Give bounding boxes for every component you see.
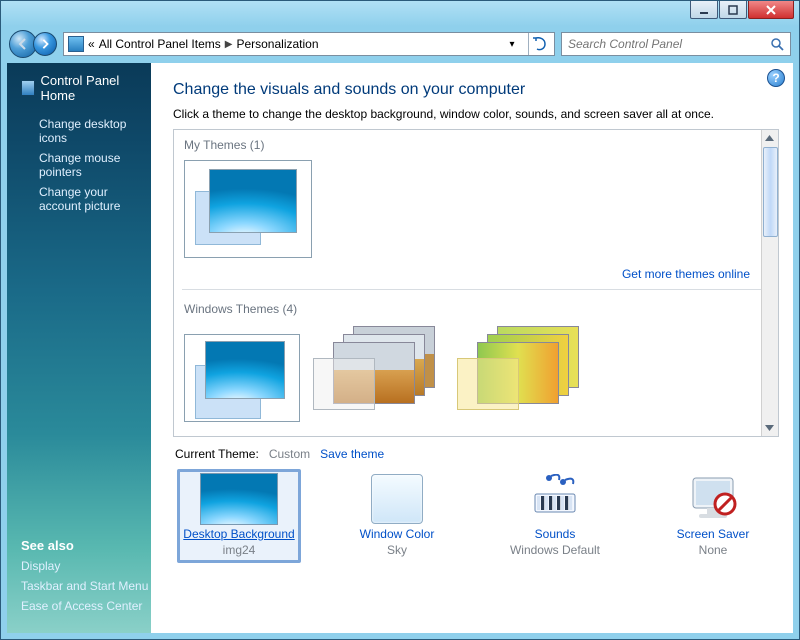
component-sounds[interactable]: Sounds Windows Default	[493, 469, 617, 563]
scroll-down-icon[interactable]	[762, 420, 777, 436]
window-color-icon	[358, 473, 436, 525]
component-window-color[interactable]: Window Color Sky	[335, 469, 459, 563]
component-sounds-value: Windows Default	[510, 543, 600, 557]
address-bar[interactable]: « All Control Panel Items ▶ Personalizat…	[63, 32, 555, 56]
windows-themes-label: Windows Themes (4)	[184, 302, 770, 316]
sounds-icon	[516, 473, 594, 525]
breadcrumb-prefix: «	[88, 37, 95, 51]
close-button[interactable]	[748, 1, 794, 19]
current-theme-label: Current Theme:	[175, 447, 259, 461]
address-dropdown-icon[interactable]: ▾	[504, 39, 520, 50]
current-theme-row: Current Theme: Custom Save theme	[175, 447, 779, 461]
control-panel-home[interactable]: Control Panel Home	[21, 73, 137, 103]
see-also-section: See also Display Taskbar and Start Menu …	[21, 538, 148, 619]
titlebar-controls	[690, 1, 794, 21]
current-theme-value: Custom	[269, 447, 310, 461]
body-area: Control Panel Home Change desktop icons …	[7, 63, 793, 633]
search-icon[interactable]	[770, 37, 784, 51]
get-more-themes-link[interactable]: Get more themes online	[622, 267, 750, 281]
refresh-button[interactable]	[528, 33, 550, 55]
component-saver-value: None	[699, 543, 728, 557]
sidebar-link-desktop-icons[interactable]: Change desktop icons	[39, 117, 137, 145]
page-title: Change the visuals and sounds on your co…	[173, 81, 779, 99]
theme-components-row: Desktop Background img24 Window Color Sk…	[173, 467, 779, 565]
scroll-thumb[interactable]	[763, 147, 778, 237]
theme-characters[interactable]	[451, 324, 587, 422]
nav-row: « All Control Panel Items ▶ Personalizat…	[9, 29, 791, 59]
component-color-value: Sky	[387, 543, 407, 557]
component-color-name: Window Color	[360, 527, 435, 541]
main-content: ? Change the visuals and sounds on your …	[151, 63, 793, 633]
sidebar: Control Panel Home Change desktop icons …	[7, 63, 151, 633]
desktop-background-thumb-icon	[200, 473, 278, 525]
window-frame: « All Control Panel Items ▶ Personalizat…	[0, 0, 800, 640]
component-saver-name: Screen Saver	[677, 527, 750, 541]
scroll-up-icon[interactable]	[762, 130, 777, 146]
minimize-button[interactable]	[690, 1, 718, 19]
search-bar[interactable]	[561, 32, 791, 56]
cp-home-icon	[21, 80, 35, 96]
see-also-taskbar[interactable]: Taskbar and Start Menu	[21, 579, 148, 593]
screensaver-icon	[674, 473, 752, 525]
sidebar-link-account-picture[interactable]: Change your account picture	[39, 185, 137, 213]
sidebar-link-mouse-pointers[interactable]: Change mouse pointers	[39, 151, 137, 179]
see-also-header: See also	[21, 538, 148, 553]
component-screen-saver[interactable]: Screen Saver None	[651, 469, 775, 563]
control-panel-icon	[68, 36, 84, 52]
help-icon[interactable]: ?	[767, 69, 785, 87]
breadcrumb-level1[interactable]: All Control Panel Items	[99, 37, 221, 51]
see-also-ease-of-access[interactable]: Ease of Access Center	[21, 599, 148, 613]
see-also-display[interactable]: Display	[21, 559, 148, 573]
get-more-themes-row: Get more themes online	[182, 267, 750, 281]
theme-my-custom[interactable]	[184, 160, 312, 258]
cp-home-label: Control Panel Home	[41, 73, 137, 103]
my-themes-label: My Themes (1)	[184, 138, 770, 152]
breadcrumb-sep-icon: ▶	[225, 39, 233, 50]
component-sounds-name: Sounds	[535, 527, 576, 541]
maximize-button[interactable]	[719, 1, 747, 19]
save-theme-link[interactable]: Save theme	[320, 447, 384, 461]
component-desktop-background[interactable]: Desktop Background img24	[177, 469, 301, 563]
component-bg-name: Desktop Background	[183, 527, 294, 541]
page-subtitle: Click a theme to change the desktop back…	[173, 107, 779, 121]
theme-windows7[interactable]	[184, 334, 300, 422]
component-bg-value: img24	[223, 543, 256, 557]
themes-scrollbar[interactable]	[761, 130, 778, 436]
search-input[interactable]	[568, 37, 770, 51]
nav-forward-button[interactable]	[33, 32, 57, 56]
themes-list: My Themes (1) Get more themes online Win…	[173, 129, 779, 437]
breadcrumb-level2[interactable]: Personalization	[236, 37, 318, 51]
nav-buttons	[9, 30, 57, 58]
theme-architecture[interactable]	[307, 324, 443, 422]
